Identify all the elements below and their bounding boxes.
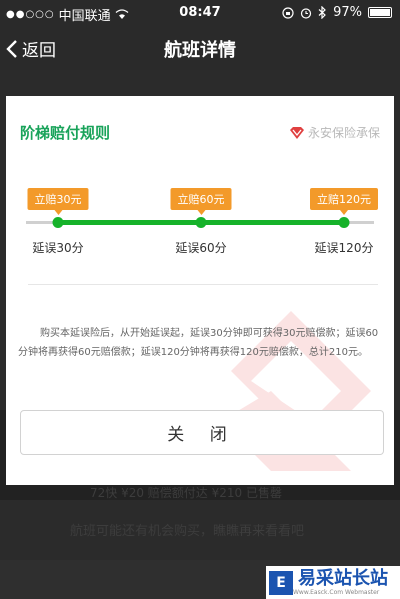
site-logo-text-block: 易采站长站 Www.Easck.Com Webmaster [293, 567, 388, 597]
status-icons: 97% [282, 5, 392, 20]
site-logo-mark: E [269, 570, 293, 595]
dialog-title: 阶梯赔付规则 [20, 124, 111, 142]
navigation-bar: 返回 航班详情 [0, 26, 400, 70]
payout-timeline: 立赔30元 延误30分 立赔60元 延误60分 立赔120元 延误120分 [6, 181, 394, 271]
timeline-node-60 [195, 217, 207, 228]
insurer-info: 永安保险承保 [289, 124, 380, 141]
delay-label-30: 延误30分 [32, 241, 84, 255]
timeline-node-120 [338, 217, 350, 228]
rules-description: 购买本延误险后，从开始延误起，延误30分钟即可获得30元赔偿款；延误60分钟将再… [18, 328, 379, 358]
payout-tag-60: 立赔60元 [170, 188, 232, 215]
insurer-name: 永安保险承保 [307, 126, 380, 140]
bluetooth-icon [318, 6, 326, 19]
site-logo-text: 易采站长站 [298, 567, 388, 589]
divider [28, 284, 378, 285]
background-notice: 航班可能还有机会购买，瞧瞧再来看看吧 [70, 524, 305, 539]
site-logo: E 易采站长站 Www.Easck.Com Webmaster [266, 566, 400, 599]
timeline-node-30 [52, 217, 64, 228]
battery-percent: 97% [333, 5, 362, 20]
payout-tag-120: 立赔120元 [310, 188, 378, 215]
battery-icon [368, 7, 392, 18]
payout-tag-30: 立赔30元 [27, 188, 89, 215]
background-price-row: 72快 ¥20 赔偿额付达 ¥210 已售罄 [90, 486, 282, 500]
delay-label-60: 延误60分 [175, 241, 227, 255]
rotation-lock-icon [282, 6, 294, 19]
close-button[interactable]: 关 闭 [20, 410, 384, 455]
alarm-icon [300, 7, 312, 19]
site-logo-subtext: Www.Easck.Com Webmaster [293, 588, 380, 596]
insurer-logo-icon [289, 126, 304, 139]
page-title: 航班详情 [164, 40, 236, 61]
delay-label-120: 延误120分 [314, 241, 374, 255]
status-bar: ●●○○○ 中国联通 08:47 97% [0, 0, 400, 26]
payout-rules-dialog: 阶梯赔付规则 永安保险承保 立赔30元 延误30分 立赔60元 延误60分 立赔… [6, 96, 394, 485]
